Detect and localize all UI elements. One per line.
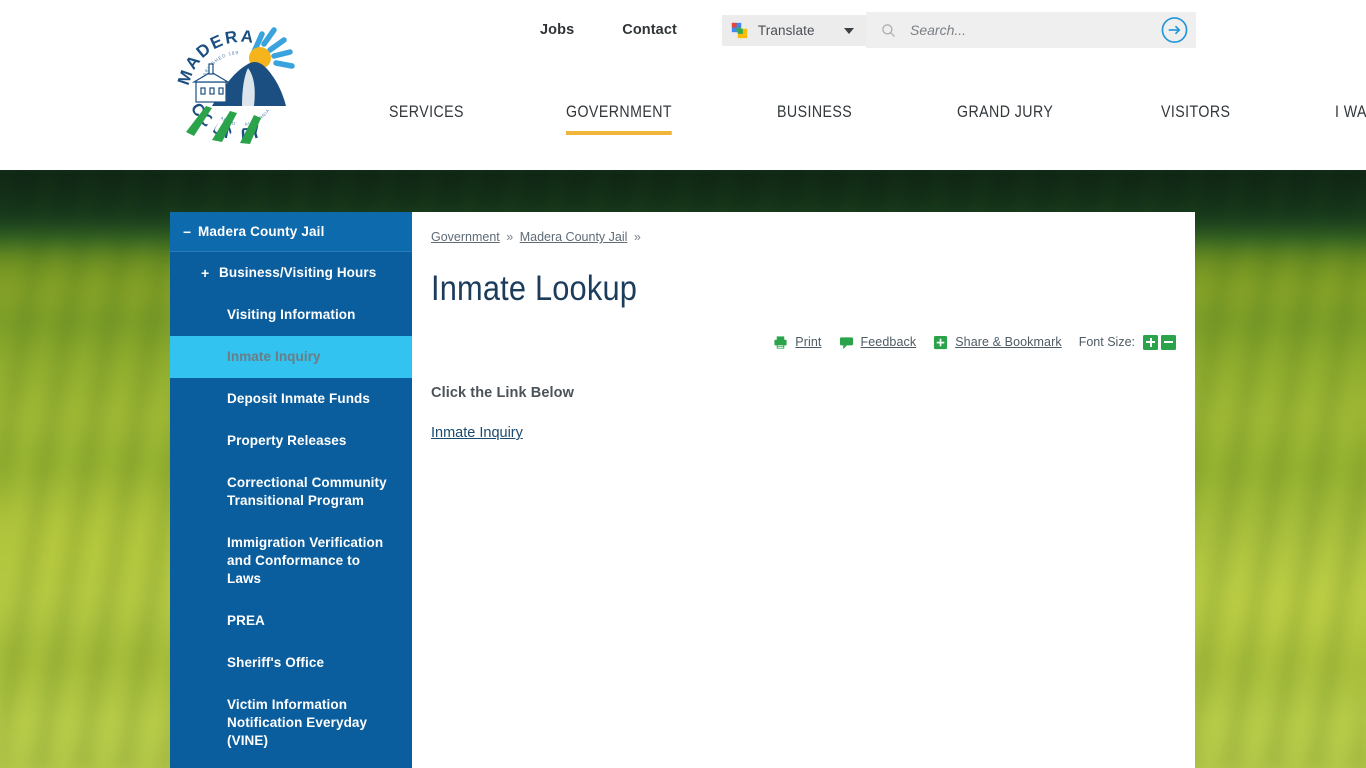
jobs-link[interactable]: Jobs xyxy=(540,14,574,47)
sidebar-item-immigration-verification[interactable]: Immigration Verification and Conformance… xyxy=(170,522,412,600)
nav-item-label: GRAND JURY xyxy=(956,103,1054,121)
content-heading: Click the Link Below xyxy=(431,385,574,401)
search-input[interactable] xyxy=(908,21,1138,39)
sidebar-item-label: Inmate Inquiry xyxy=(227,349,321,364)
sidebar-item-inmate-inquiry[interactable]: Inmate Inquiry xyxy=(170,336,412,378)
print-label: Print xyxy=(795,335,822,349)
main-navigation: SERVICES GOVERNMENT BUSINESS GRAND JURY … xyxy=(0,101,1366,147)
site-search xyxy=(866,12,1196,48)
sidebar-item-prea[interactable]: PREA xyxy=(170,600,412,642)
comment-bubble-icon xyxy=(839,336,853,349)
collapse-toggle-icon[interactable]: − xyxy=(183,225,196,239)
nav-item-label: BUSINESS xyxy=(777,103,853,121)
nav-item-label: GOVERNMENT xyxy=(566,103,673,121)
chevron-down-icon xyxy=(843,27,854,34)
search-icon xyxy=(882,23,895,37)
sidebar-item-correctional-community-transitional-program[interactable]: Correctional Community Transitional Prog… xyxy=(170,462,412,522)
page-tools: Print Feedback Share & Bookmark Font Siz… xyxy=(773,332,1179,352)
search-submit-button[interactable] xyxy=(1161,17,1188,44)
sidebar-item-label: PREA xyxy=(227,613,265,628)
breadcrumb: Government » Madera County Jail » xyxy=(431,230,644,244)
translate-dropdown[interactable]: Translate xyxy=(721,15,866,46)
breadcrumb-link-madera-county-jail[interactable]: Madera County Jail xyxy=(520,230,628,244)
site-header: MADERA COUNTY ESTABLISHED 1893 HEART OF … xyxy=(0,0,1366,170)
nav-item-label: VISITORS xyxy=(1160,103,1231,121)
sidebar-item-label: Visiting Information xyxy=(227,307,356,322)
utility-bar: Jobs Contact Translate xyxy=(540,14,866,47)
sidebar-item-label: Property Releases xyxy=(227,433,347,448)
sidebar-item-deposit-inmate-funds[interactable]: Deposit Inmate Funds xyxy=(170,378,412,420)
nav-item-services[interactable]: SERVICES xyxy=(389,101,464,123)
nav-item-i-want-to[interactable]: I WANT TO... xyxy=(1335,101,1366,123)
expand-toggle-icon[interactable]: + xyxy=(201,264,219,282)
breadcrumb-separator: » xyxy=(633,230,641,244)
share-bookmark-button[interactable]: Share & Bookmark xyxy=(933,335,1062,350)
translate-label: Translate xyxy=(757,23,815,38)
google-translate-icon xyxy=(731,22,748,39)
sidebar-item-property-releases[interactable]: Property Releases xyxy=(170,420,412,462)
sidebar-item-madera-county-jail[interactable]: − Madera County Jail xyxy=(170,212,412,251)
nav-active-underline xyxy=(566,131,673,135)
share-bookmark-label: Share & Bookmark xyxy=(955,335,1062,349)
inmate-inquiry-link[interactable]: Inmate Inquiry xyxy=(431,425,523,441)
page-title: Inmate Lookup xyxy=(431,269,638,308)
font-size-decrease-button[interactable] xyxy=(1161,334,1176,350)
breadcrumb-separator: » xyxy=(506,230,514,244)
sidebar-item-label: Deposit Inmate Funds xyxy=(227,391,371,406)
sidebar-item-label: Business/Visiting Hours xyxy=(219,265,377,280)
sidebar-item-in-custody-death-2023[interactable]: In Custody Death 2023 xyxy=(170,762,412,768)
section-sidebar: − Madera County Jail + Business/Visiting… xyxy=(170,212,412,768)
printer-icon xyxy=(774,335,787,349)
sidebar-item-label: Victim Information Notification Everyday… xyxy=(227,697,368,748)
contact-link[interactable]: Contact xyxy=(622,14,677,47)
nav-item-label: I WANT TO... xyxy=(1334,103,1366,121)
feedback-label: Feedback xyxy=(860,335,917,349)
nav-item-grand-jury[interactable]: GRAND JURY xyxy=(957,101,1053,123)
main-content-panel: Government » Madera County Jail » Inmate… xyxy=(412,212,1195,768)
nav-item-government[interactable]: GOVERNMENT xyxy=(566,101,673,135)
nav-item-visitors[interactable]: VISITORS xyxy=(1161,101,1230,123)
sidebar-item-sheriffs-office[interactable]: Sheriff's Office xyxy=(170,642,412,684)
sidebar-item-label: Correctional Community Transitional Prog… xyxy=(227,475,387,508)
feedback-button[interactable]: Feedback xyxy=(839,335,917,350)
sidebar-item-label: Sheriff's Office xyxy=(227,655,325,670)
sidebar-item-label: Immigration Verification and Conformance… xyxy=(227,535,384,586)
font-size-increase-button[interactable] xyxy=(1143,334,1158,350)
sidebar-header-label: Madera County Jail xyxy=(198,224,325,239)
sidebar-item-business-visiting-hours[interactable]: + Business/Visiting Hours xyxy=(170,252,412,294)
breadcrumb-link-government[interactable]: Government xyxy=(431,230,500,244)
plus-square-icon xyxy=(934,335,948,349)
nav-item-label: SERVICES xyxy=(389,103,464,121)
sidebar-item-visiting-information[interactable]: Visiting Information xyxy=(170,294,412,336)
sidebar-item-vine[interactable]: Victim Information Notification Everyday… xyxy=(170,684,412,762)
nav-item-business[interactable]: BUSINESS xyxy=(777,101,852,123)
print-button[interactable]: Print xyxy=(773,335,821,350)
font-size-label: Font Size: xyxy=(1078,335,1135,349)
